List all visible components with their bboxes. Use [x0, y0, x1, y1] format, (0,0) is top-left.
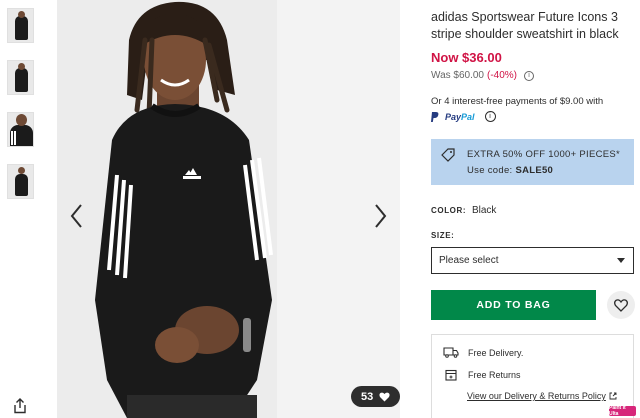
truck-icon	[443, 347, 459, 358]
paypal-logo-icon	[431, 111, 439, 122]
promo-code-label: Use code:	[467, 165, 513, 176]
free-delivery-row: Free Delivery.	[443, 347, 523, 358]
save-count: 53	[361, 390, 374, 403]
was-price: Was $60.00	[431, 70, 484, 81]
paypal-wordmark: PayPal	[445, 112, 475, 122]
external-link-icon	[609, 392, 617, 400]
paypal-info-icon[interactable]: i	[484, 111, 496, 122]
policy-link-row: View our Delivery & Returns Policy	[467, 391, 617, 401]
current-price: Now $36.00	[431, 50, 502, 65]
delivery-policy-link[interactable]: View our Delivery & Returns Policy	[467, 391, 606, 401]
thumbnail-figure	[15, 174, 28, 196]
color-label: COLOR:	[431, 206, 467, 215]
save-count-button[interactable]: 53	[351, 386, 400, 407]
size-select[interactable]: Please select	[431, 247, 634, 274]
delivery-info-box: Free Delivery. Free Returns View our Del…	[431, 334, 634, 418]
paypal-word-2: Pal	[461, 111, 475, 122]
thumbnail-head	[18, 167, 25, 174]
thumbnail-head	[16, 114, 27, 126]
corner-badge[interactable]: Paint It Ulta	[609, 405, 636, 417]
size-select-value: Please select	[439, 255, 499, 266]
promo-code: SALE50	[515, 165, 554, 176]
size-label: SIZE:	[431, 231, 455, 240]
add-to-bag-button[interactable]: ADD TO BAG	[431, 290, 596, 320]
chevron-down-icon	[617, 257, 625, 263]
chevron-left-icon[interactable]	[67, 202, 87, 230]
info-icon[interactable]: i	[524, 70, 535, 81]
color-value: Black	[471, 205, 497, 216]
promo-banner[interactable]: EXTRA 50% OFF 1000+ PIECES* Use code: SA…	[431, 139, 634, 185]
promo-code-line: Use code: SALE50	[467, 163, 620, 179]
promo-text: EXTRA 50% OFF 1000+ PIECES* Use code: SA…	[467, 147, 620, 185]
thumbnail-3[interactable]	[7, 112, 34, 147]
share-icon[interactable]	[12, 398, 28, 414]
heart-outline-icon	[614, 298, 628, 312]
tag-icon	[441, 148, 455, 162]
thumbnail-4[interactable]	[7, 164, 34, 199]
free-returns-text: Free Returns	[468, 370, 521, 380]
color-row: COLOR: Black	[431, 205, 496, 216]
thumbnail-stripe	[11, 131, 13, 145]
heart-icon	[379, 392, 390, 401]
free-returns-row: Free Returns	[443, 369, 521, 381]
installments-text: Or 4 interest-free payments of $9.00 wit…	[431, 96, 604, 107]
paypal-word-1: Pay	[445, 111, 462, 122]
thumbnail-stripe	[14, 131, 16, 145]
thumbnail-head	[18, 63, 25, 70]
promo-headline: EXTRA 50% OFF 1000+ PIECES*	[467, 149, 621, 160]
discount-percent: (-40%)	[487, 70, 518, 81]
thumbnail-1[interactable]	[7, 8, 34, 43]
thumbnail-strip	[7, 8, 34, 216]
model-illustration	[57, 0, 400, 418]
thumbnail-head	[18, 11, 25, 18]
free-delivery-text: Free Delivery.	[468, 347, 524, 358]
returns-icon	[445, 369, 457, 381]
wishlist-button[interactable]	[607, 291, 635, 319]
thumbnail-2[interactable]	[7, 60, 34, 95]
product-image	[57, 0, 400, 418]
chevron-right-icon[interactable]	[370, 202, 390, 230]
thumbnail-figure	[15, 68, 28, 92]
thumbnail-figure	[15, 16, 28, 40]
product-title: adidas Sportswear Future Icons 3 stripe …	[431, 10, 619, 41]
paypal-row: PayPal i	[431, 111, 496, 122]
was-price-row: Was $60.00 (-40%) i	[431, 70, 535, 81]
